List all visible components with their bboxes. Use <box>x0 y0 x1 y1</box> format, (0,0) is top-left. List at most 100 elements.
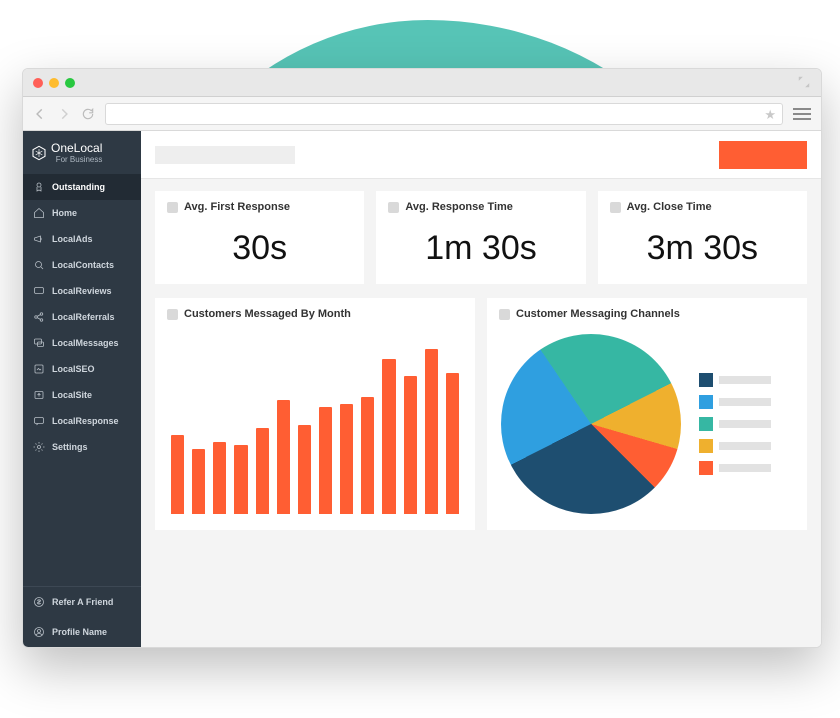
bar <box>319 407 332 514</box>
megaphone-icon <box>33 233 45 245</box>
content-area: Avg. First Response 30s Avg. Response Ti… <box>141 179 821 546</box>
close-window-button[interactable] <box>33 78 43 88</box>
browser-window: ★ OneLocal For Business Outstanding Home L… <box>22 68 822 648</box>
sidebar-item-localreviews[interactable]: LocalReviews <box>23 278 141 304</box>
sidebar-item-home[interactable]: Home <box>23 200 141 226</box>
stat-value: 3m 30s <box>610 223 795 268</box>
legend-label-placeholder <box>719 376 771 384</box>
stat-checkbox[interactable] <box>167 202 178 213</box>
seo-icon <box>33 363 45 375</box>
charts-row: Customers Messaged By Month Customer Mes… <box>155 298 807 530</box>
stat-checkbox[interactable] <box>388 202 399 213</box>
response-icon <box>33 415 45 427</box>
sidebar-item-label: LocalReferrals <box>52 312 115 322</box>
app-frame: OneLocal For Business Outstanding Home Loc… <box>23 131 821 647</box>
bookmark-icon[interactable]: ★ <box>764 107 776 123</box>
forward-button[interactable] <box>57 107 71 121</box>
chat-icon <box>33 285 45 297</box>
stat-value: 1m 30s <box>388 223 573 268</box>
site-icon <box>33 389 45 401</box>
legend-swatch <box>699 395 713 409</box>
sidebar-bottom: Refer A Friend Profile Name <box>23 586 141 647</box>
sidebar-item-localcontacts[interactable]: LocalContacts <box>23 252 141 278</box>
fullscreen-icon[interactable] <box>797 75 811 89</box>
sidebar-item-label: LocalContacts <box>52 260 114 270</box>
sidebar: OneLocal For Business Outstanding Home Loc… <box>23 131 141 647</box>
window-controls <box>33 78 75 88</box>
messages-icon <box>33 337 45 349</box>
sidebar-item-label: Refer A Friend <box>52 597 113 607</box>
sidebar-item-localmessages[interactable]: LocalMessages <box>23 330 141 356</box>
bar <box>234 445 247 514</box>
legend-swatch <box>699 373 713 387</box>
minimize-window-button[interactable] <box>49 78 59 88</box>
reload-button[interactable] <box>81 107 95 121</box>
legend-label-placeholder <box>719 464 771 472</box>
sidebar-item-label: LocalMessages <box>52 338 119 348</box>
legend-item <box>699 439 771 453</box>
sidebar-item-label: LocalResponse <box>52 416 119 426</box>
browser-tab-bar <box>23 69 821 97</box>
sidebar-item-profile-name[interactable]: Profile Name <box>23 617 141 647</box>
main-panel: Avg. First Response 30s Avg. Response Ti… <box>141 131 821 647</box>
sidebar-nav: Outstanding Home LocalAds LocalContacts Loca… <box>23 168 141 586</box>
sidebar-item-label: Settings <box>52 442 88 452</box>
pie-chart-checkbox[interactable] <box>499 309 510 320</box>
page-title-placeholder <box>155 146 295 164</box>
stat-card: Avg. First Response 30s <box>155 191 364 284</box>
app-header <box>141 131 821 179</box>
stat-checkbox[interactable] <box>610 202 621 213</box>
primary-action-button[interactable] <box>719 141 807 169</box>
legend-label-placeholder <box>719 398 771 406</box>
bar-chart-card: Customers Messaged By Month <box>155 298 475 530</box>
sidebar-item-localresponse[interactable]: LocalResponse <box>23 408 141 434</box>
badge-icon <box>33 181 45 193</box>
sidebar-item-label: Home <box>52 208 77 218</box>
back-button[interactable] <box>33 107 47 121</box>
stat-value: 30s <box>167 223 352 268</box>
sidebar-item-localads[interactable]: LocalAds <box>23 226 141 252</box>
sidebar-item-label: LocalSEO <box>52 364 95 374</box>
share-icon <box>33 311 45 323</box>
sidebar-item-label: LocalAds <box>52 234 93 244</box>
bar-chart-checkbox[interactable] <box>167 309 178 320</box>
sidebar-item-refer-a-friend[interactable]: Refer A Friend <box>23 587 141 617</box>
brand-icon <box>31 145 47 161</box>
url-bar[interactable]: ★ <box>105 103 783 125</box>
browser-nav-bar: ★ <box>23 97 821 131</box>
sidebar-item-localsite[interactable]: LocalSite <box>23 382 141 408</box>
browser-menu-button[interactable] <box>793 108 811 120</box>
sidebar-item-label: LocalReviews <box>52 286 112 296</box>
bar <box>213 442 226 514</box>
sidebar-item-label: Outstanding <box>52 182 105 192</box>
bar <box>171 435 184 514</box>
stat-label: Avg. Response Time <box>405 201 513 213</box>
sidebar-item-label: Profile Name <box>52 627 107 637</box>
bar <box>425 349 438 514</box>
sidebar-item-label: LocalSite <box>52 390 92 400</box>
bar <box>256 428 269 514</box>
sidebar-item-settings[interactable]: Settings <box>23 434 141 460</box>
bar <box>298 425 311 514</box>
bar <box>382 359 395 514</box>
pie-legend <box>699 373 771 475</box>
legend-label-placeholder <box>719 442 771 450</box>
bar <box>192 449 205 514</box>
legend-swatch <box>699 417 713 431</box>
user-icon <box>33 626 45 638</box>
sidebar-item-localseo[interactable]: LocalSEO <box>23 356 141 382</box>
maximize-window-button[interactable] <box>65 78 75 88</box>
gear-icon <box>33 441 45 453</box>
brand-logo[interactable]: OneLocal For Business <box>23 131 141 168</box>
sidebar-item-localreferrals[interactable]: LocalReferrals <box>23 304 141 330</box>
legend-swatch <box>699 439 713 453</box>
home-icon <box>33 207 45 219</box>
pie-chart-card: Customer Messaging Channels <box>487 298 807 530</box>
stat-card: Avg. Close Time 3m 30s <box>598 191 807 284</box>
bar <box>446 373 459 514</box>
stat-card: Avg. Response Time 1m 30s <box>376 191 585 284</box>
sidebar-item-outstanding[interactable]: Outstanding <box>23 174 141 200</box>
legend-item <box>699 373 771 387</box>
pie-chart-title: Customer Messaging Channels <box>516 308 680 320</box>
legend-item <box>699 395 771 409</box>
